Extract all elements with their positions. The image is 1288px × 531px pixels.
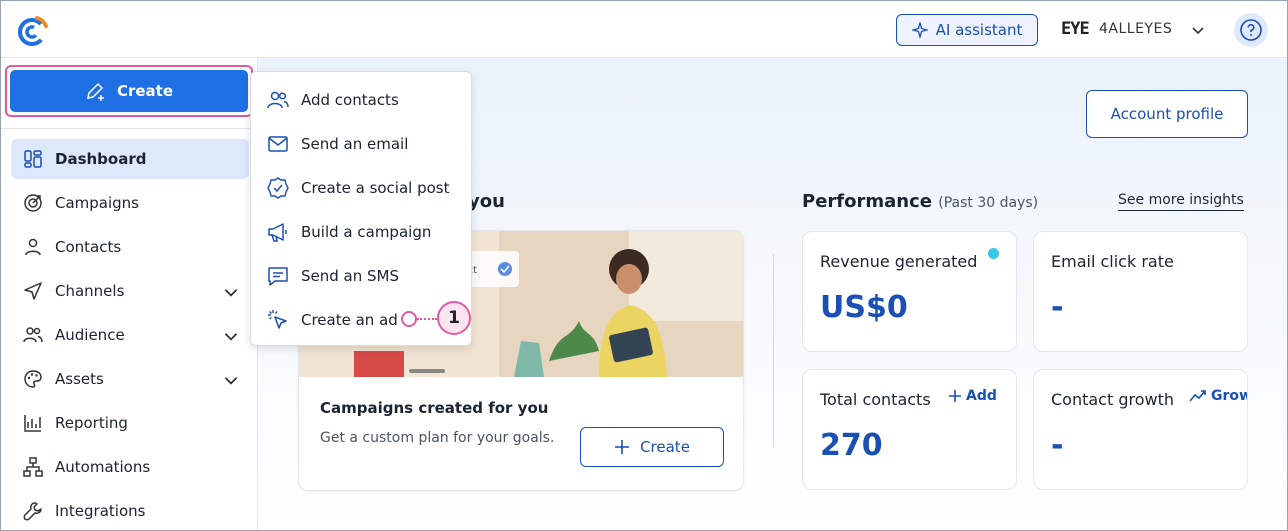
performance-title: Performance <box>802 191 932 212</box>
promo-subtitle: Get a custom plan for your goals. <box>320 430 555 446</box>
sidebar-item-label: Campaigns <box>55 194 140 212</box>
help-icon <box>1240 19 1262 41</box>
sidebar-item-label: Integrations <box>55 502 146 520</box>
promo-title: Campaigns created for you <box>320 399 549 417</box>
metric-label: Total contacts <box>820 390 931 409</box>
sidebar-item-reporting[interactable]: Reporting <box>11 403 249 443</box>
chevron-down-icon[interactable] <box>221 326 241 346</box>
metric-value: 270 <box>820 428 883 463</box>
send-icon <box>24 282 42 300</box>
social-badge-icon <box>267 177 289 199</box>
metric-card-contact-growth[interactable]: Contact growth Grow - <box>1033 369 1248 490</box>
metric-card-click-rate[interactable]: Email click rate - <box>1033 231 1248 352</box>
account-profile-button[interactable]: Account profile <box>1086 90 1248 138</box>
people-icon <box>23 327 43 343</box>
sidebar-item-campaigns[interactable]: Campaigns <box>11 183 249 223</box>
promo-create-label: Create <box>640 438 690 456</box>
sparkle-icon <box>911 22 928 38</box>
top-bar: AI assistant EYE 4ALLEYES <box>1 1 1287 58</box>
chevron-down-icon[interactable] <box>221 282 241 302</box>
metric-card-revenue[interactable]: Revenue generated US$0 <box>802 231 1017 352</box>
metric-label: Contact growth <box>1051 390 1175 409</box>
create-button[interactable]: Create <box>10 70 248 112</box>
callout-badge: 1 <box>437 301 471 335</box>
sidebar-item-label: Contacts <box>55 238 122 256</box>
see-more-insights-link[interactable]: See more insights <box>1118 192 1244 211</box>
help-button[interactable] <box>1234 13 1268 47</box>
menu-item-label: Send an email <box>301 135 409 153</box>
chevron-down-icon[interactable] <box>1189 21 1207 39</box>
menu-item-label: Create a social post <box>301 179 450 197</box>
grow-contacts-label: Grow <box>1211 388 1248 404</box>
sidebar-item-label: Dashboard <box>55 150 147 168</box>
create-highlight: Create <box>5 65 253 117</box>
chevron-down-icon[interactable] <box>221 370 241 390</box>
target-icon <box>24 194 42 212</box>
pencil-plus-icon <box>87 82 104 101</box>
account-name[interactable]: 4ALLEYES <box>1099 21 1172 37</box>
chart-icon <box>24 415 41 432</box>
app-logo-icon[interactable] <box>15 13 49 47</box>
callout-pointer <box>401 311 417 327</box>
add-contacts-icon <box>267 91 289 109</box>
ai-assistant-button[interactable]: AI assistant <box>896 14 1038 46</box>
promo-create-button[interactable]: Create <box>580 427 724 467</box>
menu-item-send-email[interactable]: Send an email <box>251 122 471 166</box>
create-button-label: Create <box>116 82 174 100</box>
envelope-icon <box>268 136 288 152</box>
menu-item-build-campaign[interactable]: Build a campaign <box>251 210 471 254</box>
account-logo[interactable]: EYE <box>1061 19 1091 41</box>
menu-item-send-sms[interactable]: Send an SMS <box>251 254 471 298</box>
app-window: AI assistant EYE 4ALLEYES Create Dashboa… <box>0 0 1288 531</box>
sidebar-item-label: Reporting <box>55 414 128 432</box>
sidebar-item-label: Audience <box>55 326 125 344</box>
new-badge-icon <box>988 248 999 259</box>
metric-value: - <box>1051 290 1064 325</box>
menu-item-add-contacts[interactable]: Add contacts <box>251 78 471 122</box>
sidebar-item-integrations[interactable]: Integrations <box>11 491 249 530</box>
menu-item-label: Send an SMS <box>301 267 399 285</box>
create-menu: Add contacts Send an email Create a soci… <box>250 71 472 346</box>
callout-connector <box>417 318 437 320</box>
trend-up-icon <box>1189 390 1206 402</box>
sms-icon <box>268 267 288 286</box>
menu-item-label: Create an ad <box>301 311 398 329</box>
metric-card-total-contacts[interactable]: Total contacts Add 270 <box>802 369 1017 490</box>
sidebar-item-contacts[interactable]: Contacts <box>11 227 249 267</box>
sidebar-item-label: Channels <box>55 282 125 300</box>
performance-heading: Performance (Past 30 days) <box>802 191 1038 212</box>
palette-icon <box>24 370 42 388</box>
plus-icon <box>949 390 961 402</box>
wrench-icon <box>23 502 42 521</box>
metric-value: - <box>1051 428 1064 463</box>
sidebar: Create Dashboard Campaigns Contacts Chan… <box>1 58 258 530</box>
add-contacts-label: Add <box>966 388 997 404</box>
sidebar-item-assets[interactable]: Assets <box>11 359 249 399</box>
cursor-click-icon <box>268 310 287 329</box>
dashboard-icon <box>24 150 42 168</box>
sidebar-item-channels[interactable]: Channels <box>11 271 249 311</box>
sidebar-item-label: Automations <box>55 458 151 476</box>
add-contacts-link[interactable]: Add <box>948 388 997 404</box>
megaphone-icon <box>268 223 287 242</box>
menu-item-label: Build a campaign <box>301 223 432 241</box>
sidebar-divider <box>1 128 257 129</box>
menu-item-label: Add contacts <box>301 91 399 109</box>
performance-period: (Past 30 days) <box>938 195 1039 211</box>
menu-item-social-post[interactable]: Create a social post <box>251 166 471 210</box>
metric-label: Email click rate <box>1051 252 1174 271</box>
sidebar-item-audience[interactable]: Audience <box>11 315 249 355</box>
section-divider <box>773 254 774 447</box>
section-heading-for-you: you <box>468 191 505 212</box>
grow-contacts-link[interactable]: Grow <box>1189 388 1248 404</box>
sidebar-item-automations[interactable]: Automations <box>11 447 249 487</box>
flow-icon <box>23 457 43 477</box>
metric-value: US$0 <box>820 290 908 325</box>
ai-assistant-label: AI assistant <box>935 21 1023 39</box>
sidebar-item-label: Assets <box>55 370 104 388</box>
person-icon <box>25 238 41 256</box>
sidebar-item-dashboard[interactable]: Dashboard <box>11 139 249 179</box>
plus-icon <box>615 440 630 454</box>
metric-label: Revenue generated <box>820 252 978 271</box>
